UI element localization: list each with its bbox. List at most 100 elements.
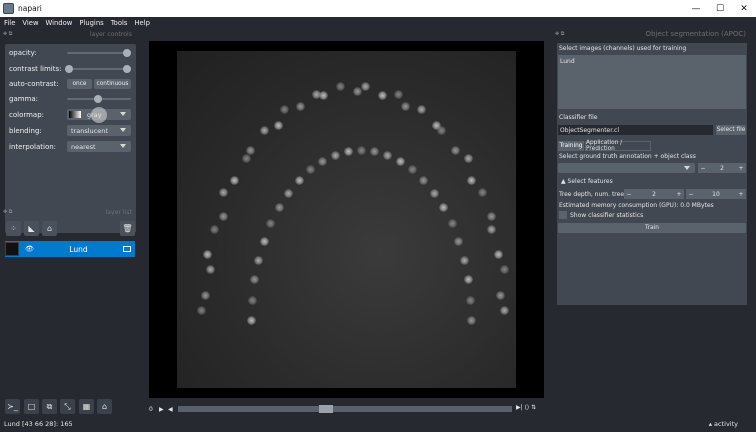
layer-thumbnail — [5, 242, 19, 256]
chevron-down-icon — [120, 112, 126, 116]
nucleus-blob — [202, 250, 212, 260]
play-icon[interactable]: ▶ — [159, 406, 168, 413]
points-icon: ⁘ — [10, 224, 17, 233]
chevron-down-icon — [120, 144, 126, 148]
image-selection-list[interactable]: Lund — [558, 55, 746, 109]
right-dock: ✥ ⧉ Object segmentation (APOC) Select im… — [552, 29, 756, 417]
image-list-item[interactable]: Lund — [560, 58, 575, 65]
tab-training[interactable]: Training — [558, 141, 584, 151]
nucleus-blob — [330, 150, 340, 160]
nucleus-blob — [205, 264, 215, 274]
dims-axis-label: 0 — [149, 405, 153, 413]
contrast-limits-slider[interactable] — [67, 68, 131, 70]
title-bar: napari — ☐ ✕ — [0, 0, 756, 17]
menu-file[interactable]: File — [4, 19, 15, 27]
opacity-slider-handle[interactable] — [123, 49, 131, 57]
blending-select[interactable]: translucent — [67, 125, 131, 136]
show-stats-checkbox[interactable] — [559, 211, 567, 219]
num-trees-spinbox[interactable]: − 10 + — [686, 189, 746, 199]
nucleus-blob — [280, 104, 290, 114]
tab-application-prediction[interactable]: Application / Prediction — [585, 140, 651, 152]
nucleus-blob — [500, 306, 509, 315]
dims-slider-handle[interactable] — [318, 405, 333, 413]
maximize-button[interactable]: ☐ — [708, 0, 732, 17]
nucleus-blob — [259, 236, 269, 246]
activity-toggle[interactable]: ▴ activity — [709, 420, 738, 428]
opacity-slider[interactable] — [67, 52, 131, 54]
reset-view-button[interactable]: ⌂ — [97, 399, 112, 414]
close-button[interactable]: ✕ — [732, 0, 756, 17]
transpose-dims-button[interactable]: ⤡ — [60, 399, 75, 414]
contrast-min-handle[interactable] — [65, 65, 73, 73]
step-back-icon[interactable]: ◀ — [168, 406, 177, 413]
dock-handle-icon[interactable]: ✥ ⧉ — [0, 31, 14, 37]
new-shapes-layer-button[interactable]: ◣ — [24, 221, 39, 236]
dock-handle-icon[interactable]: ✥ ⧉ — [0, 209, 14, 215]
layer-list-item[interactable]: 👁 Lund — [5, 241, 135, 257]
layer-controls-panel: opacity: contrast limits: auto-contrast:… — [5, 44, 136, 233]
minimize-button[interactable]: — — [684, 0, 708, 17]
tree-depth-spinbox[interactable]: − 2 + — [624, 189, 684, 199]
viewer-canvas[interactable] — [149, 41, 544, 398]
nucleus-blob — [317, 157, 327, 167]
console-button[interactable]: ≻_ — [5, 399, 20, 414]
layer-controls-dock-title: ✥ ⧉ layer controls — [0, 29, 142, 39]
menu-plugins[interactable]: Plugins — [79, 19, 103, 27]
select-features-toggle[interactable]: ▲ Select features — [561, 178, 613, 185]
contrast-max-handle[interactable] — [123, 65, 131, 73]
train-button[interactable]: Train — [558, 223, 746, 233]
classifier-file-input[interactable]: ObjectSegmenter.cl — [558, 125, 713, 135]
square-icon: □ — [27, 402, 36, 411]
nucleus-blob — [230, 176, 240, 186]
tree-depth-label: Tree depth, num. trees — [559, 191, 628, 198]
select-file-button[interactable]: Select file — [716, 125, 746, 135]
trash-icon: 🗑 — [122, 224, 133, 233]
dims-slider-track[interactable] — [178, 406, 512, 412]
nucleus-blob — [466, 176, 476, 186]
menu-bar: File View Window Plugins Tools Help — [0, 17, 756, 29]
dock-handle-icon[interactable]: ✥ ⧉ — [552, 31, 566, 37]
gamma-slider-handle[interactable] — [94, 95, 102, 103]
grid-view-button[interactable]: ▦ — [79, 399, 94, 414]
new-points-layer-button[interactable]: ⁘ — [6, 221, 21, 236]
auto-contrast-once-button[interactable]: once — [67, 79, 92, 89]
nucleus-blob — [451, 145, 461, 155]
nucleus-blob — [487, 211, 497, 221]
new-labels-layer-button[interactable]: ⌂ — [42, 221, 57, 236]
interpolation-select[interactable]: nearest — [67, 141, 131, 152]
menu-tools[interactable]: Tools — [111, 19, 128, 27]
nucleus-blob — [383, 150, 393, 160]
colormap-select[interactable]: gray — [67, 107, 131, 123]
blending-label: blending: — [9, 127, 42, 135]
object-class-spinbox[interactable]: − 2 + — [698, 163, 746, 173]
nucleus-blob — [210, 224, 220, 234]
roll-dims-button[interactable]: ⧉ — [42, 399, 57, 414]
menu-help[interactable]: Help — [134, 19, 150, 27]
menu-window[interactable]: Window — [46, 19, 73, 27]
nucleus-blob — [394, 89, 404, 99]
nucleus-blob — [454, 236, 464, 246]
ndisplay-button[interactable]: □ — [24, 399, 39, 414]
contrast-limits-label: contrast limits: — [9, 65, 62, 73]
nucleus-blob — [447, 219, 457, 229]
nucleus-blob — [247, 316, 256, 325]
nucleus-blob — [439, 203, 449, 213]
nucleus-blob — [500, 264, 510, 274]
nucleus-blob — [396, 157, 405, 167]
home-icon: ⌂ — [101, 402, 108, 411]
nucleus-blob — [305, 165, 315, 175]
layer-list-dock-title: ✥ ⧉ layer list — [0, 207, 142, 217]
nucleus-blob — [459, 255, 469, 265]
layer-name[interactable]: Lund — [34, 245, 123, 254]
dims-slider: 0 ▶ ◀ ▶| ⟨⟩ ⇅ — [149, 403, 544, 415]
ground-truth-select[interactable] — [558, 163, 695, 173]
ground-truth-label: Select ground truth annotation + object … — [559, 153, 696, 160]
menu-view[interactable]: View — [22, 19, 38, 27]
label-tag-icon: ⌂ — [46, 224, 53, 233]
dims-extra-controls[interactable]: ▶| ⟨⟩ ⇅ — [516, 404, 536, 411]
nucleus-blob — [274, 120, 284, 130]
delete-layer-button[interactable]: 🗑 — [120, 221, 135, 236]
auto-contrast-continuous-button[interactable]: continuous — [94, 79, 131, 89]
visibility-eye-icon[interactable]: 👁 — [25, 245, 34, 253]
gamma-label: gamma: — [9, 95, 39, 103]
